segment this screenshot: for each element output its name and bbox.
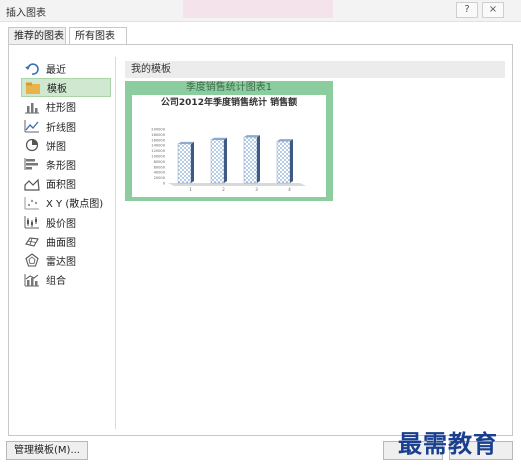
y-tick-label: 180000 bbox=[151, 133, 165, 137]
category-label: 曲面图 bbox=[46, 237, 76, 249]
preview-chart: 2000001800001600001400001200001000008000… bbox=[151, 128, 306, 192]
help-button[interactable]: ? bbox=[456, 2, 478, 18]
category-radar[interactable]: 雷达图 bbox=[21, 251, 111, 270]
x-tick-label: 1 bbox=[189, 187, 192, 192]
my-templates-header: 我的模板 bbox=[125, 61, 505, 78]
category-label: 折线图 bbox=[46, 122, 76, 134]
area-chart-icon bbox=[24, 177, 40, 191]
chart-bar bbox=[210, 137, 227, 184]
chart-bar bbox=[276, 139, 293, 184]
scatter-chart-icon bbox=[24, 196, 40, 210]
x-tick-label: 3 bbox=[255, 187, 258, 192]
category-bar[interactable]: 条形图 bbox=[21, 155, 111, 174]
category-line[interactable]: 折线图 bbox=[21, 117, 111, 136]
category-label: 最近 bbox=[46, 65, 66, 76]
y-tick-label: 20000 bbox=[154, 176, 166, 180]
title-highlight bbox=[183, 0, 333, 18]
folder-icon bbox=[25, 81, 41, 95]
surface-chart-icon bbox=[24, 234, 40, 248]
y-tick-label: 140000 bbox=[151, 144, 165, 148]
category-label: 饼图 bbox=[46, 141, 66, 153]
category-scatter[interactable]: X Y (散点图) bbox=[21, 193, 111, 212]
template-preview: 公司2012年季度销售统计 销售额 200000 180000 160000 1400… bbox=[132, 95, 326, 197]
pie-chart-icon bbox=[24, 138, 40, 152]
chart-bar bbox=[177, 141, 194, 184]
category-recent[interactable]: 最近 bbox=[21, 59, 111, 78]
category-label: 雷达图 bbox=[46, 256, 76, 268]
chart-floor bbox=[168, 183, 306, 186]
close-button[interactable]: × bbox=[482, 2, 504, 18]
category-label: 组合 bbox=[46, 276, 66, 288]
title-bar: 插入图表 ? × bbox=[0, 0, 521, 22]
recent-icon bbox=[24, 62, 40, 76]
stock-chart-icon bbox=[24, 215, 40, 229]
y-tick-label: 120000 bbox=[151, 149, 165, 153]
category-area[interactable]: 面积图 bbox=[21, 174, 111, 193]
y-tick-label: 60000 bbox=[154, 165, 166, 169]
chart-bar bbox=[243, 135, 260, 184]
y-tick-label: 40000 bbox=[154, 171, 166, 175]
category-label: X Y (散点图) bbox=[46, 199, 104, 211]
column-chart-icon bbox=[24, 100, 40, 114]
template-card[interactable]: 季度销售统计图表1 公司2012年季度销售统计 销售额 200000 180000… bbox=[125, 81, 333, 201]
line-chart-icon bbox=[24, 119, 40, 133]
y-tick-label: 80000 bbox=[154, 160, 166, 164]
category-pie[interactable]: 饼图 bbox=[21, 136, 111, 155]
category-combo[interactable]: 组合 bbox=[21, 270, 111, 289]
category-surface[interactable]: 曲面图 bbox=[21, 232, 111, 251]
y-tick-label: 200000 bbox=[151, 128, 165, 132]
chart-category-list: 最近 模板 柱形图 折线图 饼图 条形图 面积图 X Y (散点图) 股价图 曲… bbox=[21, 59, 111, 289]
window-title: 插入图表 bbox=[6, 8, 46, 19]
category-label: 面积图 bbox=[46, 180, 76, 192]
manage-templates-button[interactable]: 管理模板(M)... bbox=[6, 441, 88, 460]
main-panel: 最近 模板 柱形图 折线图 饼图 条形图 面积图 X Y (散点图) 股价图 曲… bbox=[8, 44, 513, 436]
category-label: 模板 bbox=[47, 84, 67, 96]
tab-recommended-charts[interactable]: 推荐的图表 bbox=[8, 27, 66, 45]
x-tick-label: 2 bbox=[222, 187, 225, 192]
x-tick-label: 4 bbox=[288, 187, 291, 192]
y-tick-label: 100000 bbox=[151, 155, 165, 159]
y-tick-label: 160000 bbox=[151, 138, 165, 142]
category-column[interactable]: 柱形图 bbox=[21, 97, 111, 116]
category-templates[interactable]: 模板 bbox=[21, 78, 111, 98]
category-label: 股价图 bbox=[46, 218, 76, 230]
category-stock[interactable]: 股价图 bbox=[21, 213, 111, 232]
bar-chart-icon bbox=[24, 157, 40, 171]
y-tick-label: 0 bbox=[163, 182, 166, 186]
combo-chart-icon bbox=[24, 273, 40, 287]
watermark-text: 最需教育 bbox=[398, 429, 498, 458]
category-label: 条形图 bbox=[46, 160, 76, 172]
template-name: 季度销售统计图表1 bbox=[185, 82, 273, 93]
radar-chart-icon bbox=[24, 253, 40, 267]
panel-divider bbox=[115, 57, 116, 429]
category-label: 柱形图 bbox=[46, 103, 76, 115]
